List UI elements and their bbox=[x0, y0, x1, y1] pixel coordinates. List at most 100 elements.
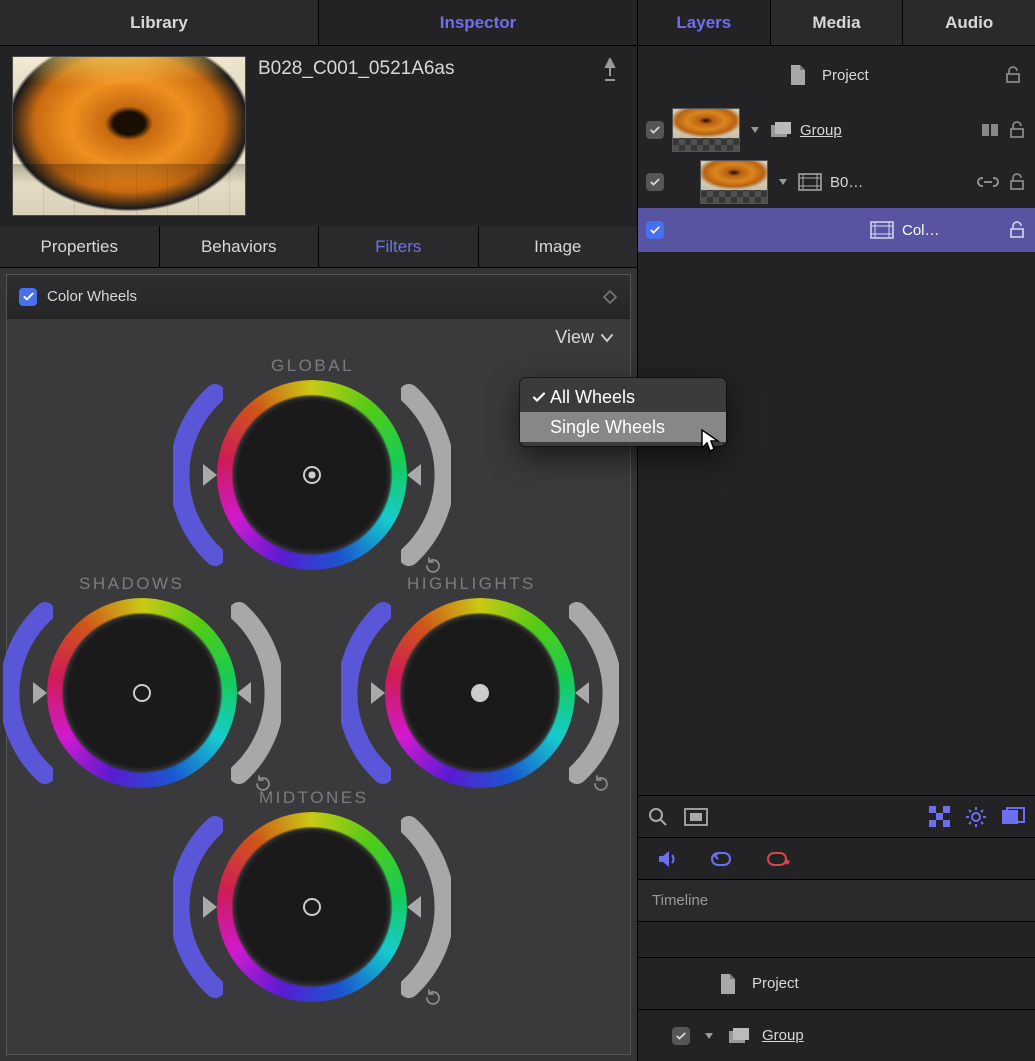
checkerboard-icon[interactable] bbox=[929, 806, 951, 828]
tab-media[interactable]: Media bbox=[770, 0, 903, 45]
menu-item-single-wheels[interactable]: Single Wheels bbox=[520, 412, 726, 442]
wheel-handle-right[interactable] bbox=[407, 896, 421, 918]
wheel-handle-left[interactable] bbox=[371, 682, 385, 704]
filter-filmstrip-icon bbox=[870, 221, 894, 239]
wheel-handle-right[interactable] bbox=[237, 682, 251, 704]
layer-row-project[interactable]: Project bbox=[638, 46, 1035, 104]
timeline-group-label[interactable]: Group bbox=[762, 1027, 804, 1044]
wheel-handle-left[interactable] bbox=[203, 896, 217, 918]
timeline-label: Timeline bbox=[652, 892, 708, 909]
record-icon[interactable] bbox=[764, 850, 790, 868]
layer-visibility-checkbox[interactable] bbox=[646, 221, 664, 239]
pin-button[interactable] bbox=[601, 56, 625, 216]
clip-name: B028_C001_0521A6as bbox=[258, 56, 455, 216]
wheel-label-global: GLOBAL bbox=[271, 356, 354, 376]
wheel-center-midtones[interactable] bbox=[303, 898, 321, 916]
reset-highlights-icon[interactable] bbox=[591, 774, 611, 794]
chevron-down-icon bbox=[600, 331, 614, 345]
right-top-tabs: Layers Media Audio bbox=[638, 0, 1035, 46]
fit-icon[interactable] bbox=[684, 808, 708, 826]
disclosure-triangle-icon[interactable] bbox=[776, 175, 790, 189]
tab-layers[interactable]: Layers bbox=[638, 0, 770, 45]
audio-icon[interactable] bbox=[656, 849, 678, 869]
layer-filter-label[interactable]: Col… bbox=[902, 222, 999, 239]
search-icon[interactable] bbox=[648, 807, 668, 827]
timeline-group-row[interactable]: Group bbox=[638, 1009, 1035, 1061]
layer-visibility-checkbox[interactable] bbox=[672, 1027, 690, 1045]
wheel-label-midtones: MIDTONES bbox=[259, 788, 368, 808]
loop-icon[interactable] bbox=[708, 850, 734, 868]
lock-icon[interactable] bbox=[1007, 172, 1027, 192]
menu-item-all-wheels[interactable]: All Wheels bbox=[520, 382, 726, 412]
reset-global-icon[interactable] bbox=[423, 556, 443, 576]
layers-toolbar bbox=[638, 795, 1035, 837]
cursor-icon bbox=[700, 428, 722, 454]
wheel-center-shadows[interactable] bbox=[133, 684, 151, 702]
color-wheels-area: GLOBAL SHADOWS HIGHLIGHTS MIDTONES bbox=[7, 356, 630, 1036]
tab-library[interactable]: Library bbox=[0, 0, 318, 45]
color-wheel-shadows[interactable] bbox=[47, 598, 237, 788]
left-top-tabs: Library Inspector bbox=[0, 0, 637, 46]
gear-icon[interactable] bbox=[965, 806, 987, 828]
group-icon bbox=[770, 121, 792, 139]
layers-list: Project Group bbox=[638, 46, 1035, 252]
color-wheel-global[interactable] bbox=[217, 380, 407, 570]
tab-audio[interactable]: Audio bbox=[902, 0, 1035, 45]
wheel-label-shadows: SHADOWS bbox=[79, 574, 184, 594]
reset-midtones-icon[interactable] bbox=[423, 988, 443, 1008]
menu-item-label: Single Wheels bbox=[550, 417, 665, 438]
color-wheel-midtones[interactable] bbox=[217, 812, 407, 1002]
color-wheel-highlights[interactable] bbox=[385, 598, 575, 788]
timeline-project-label: Project bbox=[752, 975, 799, 992]
tab-inspector[interactable]: Inspector bbox=[318, 0, 637, 45]
layer-visibility-checkbox[interactable] bbox=[646, 121, 664, 139]
lock-icon[interactable] bbox=[1003, 65, 1023, 85]
timeline-toolbar bbox=[638, 837, 1035, 879]
subtab-properties[interactable]: Properties bbox=[0, 226, 159, 267]
filter-section-header[interactable]: Color Wheels bbox=[7, 275, 630, 319]
wheel-handle-right[interactable] bbox=[575, 682, 589, 704]
wheel-label-highlights: HIGHLIGHTS bbox=[407, 574, 536, 594]
layer-thumbnail bbox=[672, 108, 740, 152]
wheel-handle-left[interactable] bbox=[203, 464, 217, 486]
wheel-handle-left[interactable] bbox=[33, 682, 47, 704]
layer-visibility-checkbox[interactable] bbox=[646, 173, 664, 191]
layer-row-filter[interactable]: Col… bbox=[638, 208, 1035, 252]
reset-shadows-icon[interactable] bbox=[253, 774, 273, 794]
clip-thumbnail[interactable] bbox=[12, 56, 246, 216]
layer-row-group[interactable]: Group bbox=[638, 104, 1035, 156]
pass-through-icon[interactable] bbox=[981, 121, 999, 139]
filmstrip-icon bbox=[798, 173, 822, 191]
document-icon bbox=[718, 972, 738, 996]
inspector-subtabs: Properties Behaviors Filters Image bbox=[0, 226, 637, 268]
document-icon bbox=[788, 63, 808, 87]
wheel-handle-right[interactable] bbox=[407, 464, 421, 486]
view-menu-button[interactable]: View bbox=[555, 327, 614, 348]
view-popup-menu: All Wheels Single Wheels bbox=[520, 378, 726, 446]
filter-enable-checkbox[interactable] bbox=[19, 288, 37, 306]
menu-item-label: All Wheels bbox=[550, 387, 635, 408]
view-menu-label: View bbox=[555, 327, 594, 348]
subtab-image[interactable]: Image bbox=[478, 226, 638, 267]
layer-row-clip[interactable]: B0… bbox=[638, 156, 1035, 208]
link-icon[interactable] bbox=[977, 175, 999, 189]
lock-icon[interactable] bbox=[1007, 120, 1027, 140]
keyframe-icon[interactable] bbox=[602, 289, 618, 305]
lock-icon[interactable] bbox=[1007, 220, 1027, 240]
layer-clip-label[interactable]: B0… bbox=[830, 174, 969, 191]
clip-header: B028_C001_0521A6as bbox=[0, 46, 637, 226]
layer-group-label[interactable]: Group bbox=[800, 122, 973, 139]
subtab-filters[interactable]: Filters bbox=[318, 226, 478, 267]
disclosure-triangle-icon[interactable] bbox=[748, 123, 762, 137]
timeline-project-row[interactable]: Project bbox=[638, 957, 1035, 1009]
wheel-center-highlights[interactable] bbox=[471, 684, 489, 702]
layer-project-label: Project bbox=[822, 67, 869, 84]
filter-section-title: Color Wheels bbox=[47, 288, 137, 305]
wheel-center-global[interactable] bbox=[303, 466, 321, 484]
disclosure-triangle-icon[interactable] bbox=[702, 1029, 716, 1043]
group-icon bbox=[728, 1027, 750, 1045]
subtab-behaviors[interactable]: Behaviors bbox=[159, 226, 319, 267]
timeline-blank-row bbox=[638, 921, 1035, 957]
panel-icon[interactable] bbox=[1001, 807, 1025, 827]
timeline-header[interactable]: Timeline bbox=[638, 879, 1035, 921]
